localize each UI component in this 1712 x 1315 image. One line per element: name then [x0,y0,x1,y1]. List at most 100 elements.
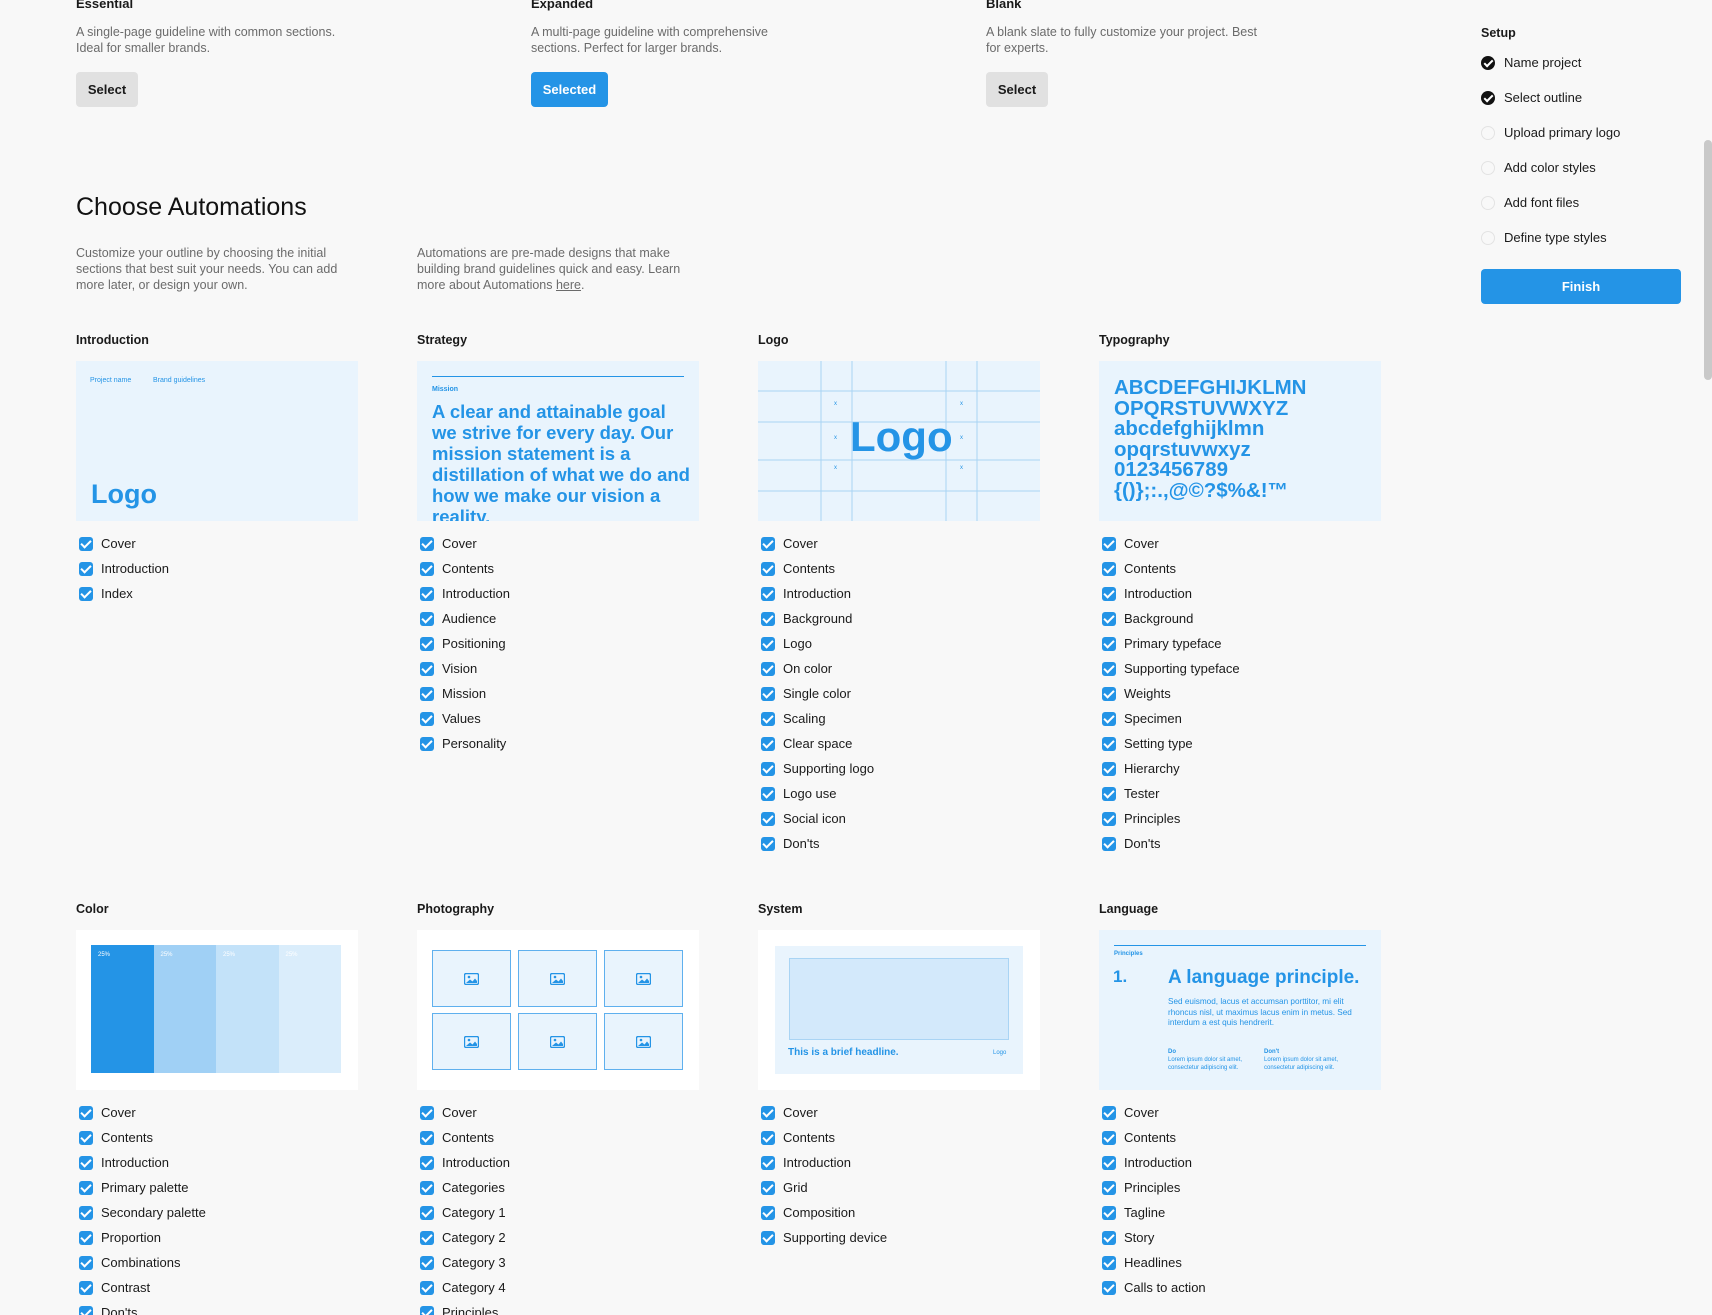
checkbox-checked-icon[interactable] [1102,536,1116,551]
preview-card[interactable] [417,930,699,1090]
checkbox-checked-icon[interactable] [761,686,775,701]
checkbox-checked-icon[interactable] [1102,1130,1116,1145]
checkbox-checked-icon[interactable] [420,1305,434,1315]
checkbox-checked-icon[interactable] [1102,1255,1116,1270]
checklist-item[interactable]: Introduction [1099,581,1381,606]
checkbox-checked-icon[interactable] [761,1155,775,1170]
checkbox-checked-icon[interactable] [79,1305,93,1315]
preview-card[interactable]: Principles 1. A language principle. Sed … [1099,930,1381,1090]
setup-step-add-font-files[interactable]: Add font files [1481,185,1681,220]
scrollbar[interactable] [1704,140,1712,380]
checkbox-checked-icon[interactable] [420,611,434,626]
select-essential-button[interactable]: Select [76,72,138,107]
checkbox-checked-icon[interactable] [761,1105,775,1120]
checklist-item[interactable]: Category 4 [417,1275,699,1300]
checklist-item[interactable]: Tagline [1099,1200,1381,1225]
checklist-item[interactable]: Contents [1099,1125,1381,1150]
setup-step-add-color-styles[interactable]: Add color styles [1481,150,1681,185]
selected-expanded-button[interactable]: Selected [531,72,608,107]
checkbox-checked-icon[interactable] [1102,711,1116,726]
checklist-item[interactable]: Single color [758,681,1040,706]
checklist-item[interactable]: Hierarchy [1099,756,1381,781]
checklist-item[interactable]: Clear space [758,731,1040,756]
checklist-item[interactable]: Combinations [76,1250,358,1275]
checklist-item[interactable]: Introduction [1099,1150,1381,1175]
checklist-item[interactable]: Introduction [758,581,1040,606]
checklist-item[interactable]: Vision [417,656,699,681]
checkbox-checked-icon[interactable] [79,1155,93,1170]
checklist-item[interactable]: Background [758,606,1040,631]
preview-card[interactable]: ABCDEFGHIJKLMN OPQRSTUVWXYZ abcdefghijkl… [1099,361,1381,521]
checkbox-checked-icon[interactable] [761,586,775,601]
checkbox-checked-icon[interactable] [420,1105,434,1120]
checklist-item[interactable]: Supporting logo [758,756,1040,781]
checkbox-checked-icon[interactable] [420,686,434,701]
checkbox-checked-icon[interactable] [420,561,434,576]
checkbox-checked-icon[interactable] [761,811,775,826]
checklist-item[interactable]: Personality [417,731,699,756]
checklist-item[interactable]: Supporting device [758,1225,1040,1250]
checklist-item[interactable]: Category 3 [417,1250,699,1275]
checkbox-checked-icon[interactable] [1102,1205,1116,1220]
checklist-item[interactable]: Setting type [1099,731,1381,756]
checkbox-checked-icon[interactable] [79,1280,93,1295]
checklist-item[interactable]: Supporting typeface [1099,656,1381,681]
checklist-item[interactable]: Mission [417,681,699,706]
checklist-item[interactable]: Cover [417,1100,699,1125]
checkbox-checked-icon[interactable] [761,561,775,576]
checklist-item[interactable]: Don'ts [76,1300,358,1315]
checkbox-checked-icon[interactable] [79,1230,93,1245]
checklist-item[interactable]: Audience [417,606,699,631]
checkbox-checked-icon[interactable] [420,1180,434,1195]
checklist-item[interactable]: Logo use [758,781,1040,806]
checkbox-checked-icon[interactable] [79,536,93,551]
preview-card[interactable]: Project name Brand guidelines Logo [76,361,358,521]
checkbox-checked-icon[interactable] [1102,736,1116,751]
checklist-item[interactable]: Don'ts [1099,831,1381,856]
checkbox-checked-icon[interactable] [79,1105,93,1120]
checkbox-checked-icon[interactable] [1102,611,1116,626]
checklist-item[interactable]: Calls to action [1099,1275,1381,1300]
checkbox-checked-icon[interactable] [761,1130,775,1145]
checkbox-checked-icon[interactable] [761,761,775,776]
checklist-item[interactable]: Story [1099,1225,1381,1250]
checklist-item[interactable]: Scaling [758,706,1040,731]
checklist-item[interactable]: Principles [417,1300,699,1315]
checklist-item[interactable]: Contents [76,1125,358,1150]
checklist-item[interactable]: Headlines [1099,1250,1381,1275]
checklist-item[interactable]: Contrast [76,1275,358,1300]
checklist-item[interactable]: Tester [1099,781,1381,806]
checklist-item[interactable]: Introduction [76,1150,358,1175]
checkbox-checked-icon[interactable] [1102,636,1116,651]
preview-card[interactable]: Logo x x x x x x [758,361,1040,521]
checklist-item[interactable]: Contents [758,556,1040,581]
checklist-item[interactable]: Cover [76,1100,358,1125]
checklist-item[interactable]: Cover [76,531,358,556]
checklist-item[interactable]: Primary palette [76,1175,358,1200]
setup-step-name-project[interactable]: Name project [1481,45,1681,80]
checkbox-checked-icon[interactable] [1102,811,1116,826]
select-blank-button[interactable]: Select [986,72,1048,107]
checklist-item[interactable]: Primary typeface [1099,631,1381,656]
preview-card[interactable]: This is a brief headline. Logo [758,930,1040,1090]
checklist-item[interactable]: Category 2 [417,1225,699,1250]
checklist-item[interactable]: Contents [417,1125,699,1150]
checkbox-checked-icon[interactable] [1102,586,1116,601]
checkbox-checked-icon[interactable] [1102,661,1116,676]
checkbox-checked-icon[interactable] [1102,686,1116,701]
finish-button[interactable]: Finish [1481,269,1681,304]
checklist-item[interactable]: Cover [1099,1100,1381,1125]
checklist-item[interactable]: Specimen [1099,706,1381,731]
checklist-item[interactable]: Category 1 [417,1200,699,1225]
checkbox-checked-icon[interactable] [1102,761,1116,776]
checklist-item[interactable]: Index [76,581,358,606]
checklist-item[interactable]: Cover [417,531,699,556]
checkbox-checked-icon[interactable] [761,611,775,626]
checkbox-checked-icon[interactable] [1102,1280,1116,1295]
setup-step-select-outline[interactable]: Select outline [1481,80,1681,115]
checkbox-checked-icon[interactable] [1102,1230,1116,1245]
checkbox-checked-icon[interactable] [761,1205,775,1220]
checklist-item[interactable]: Grid [758,1175,1040,1200]
checklist-item[interactable]: On color [758,656,1040,681]
checklist-item[interactable]: Composition [758,1200,1040,1225]
